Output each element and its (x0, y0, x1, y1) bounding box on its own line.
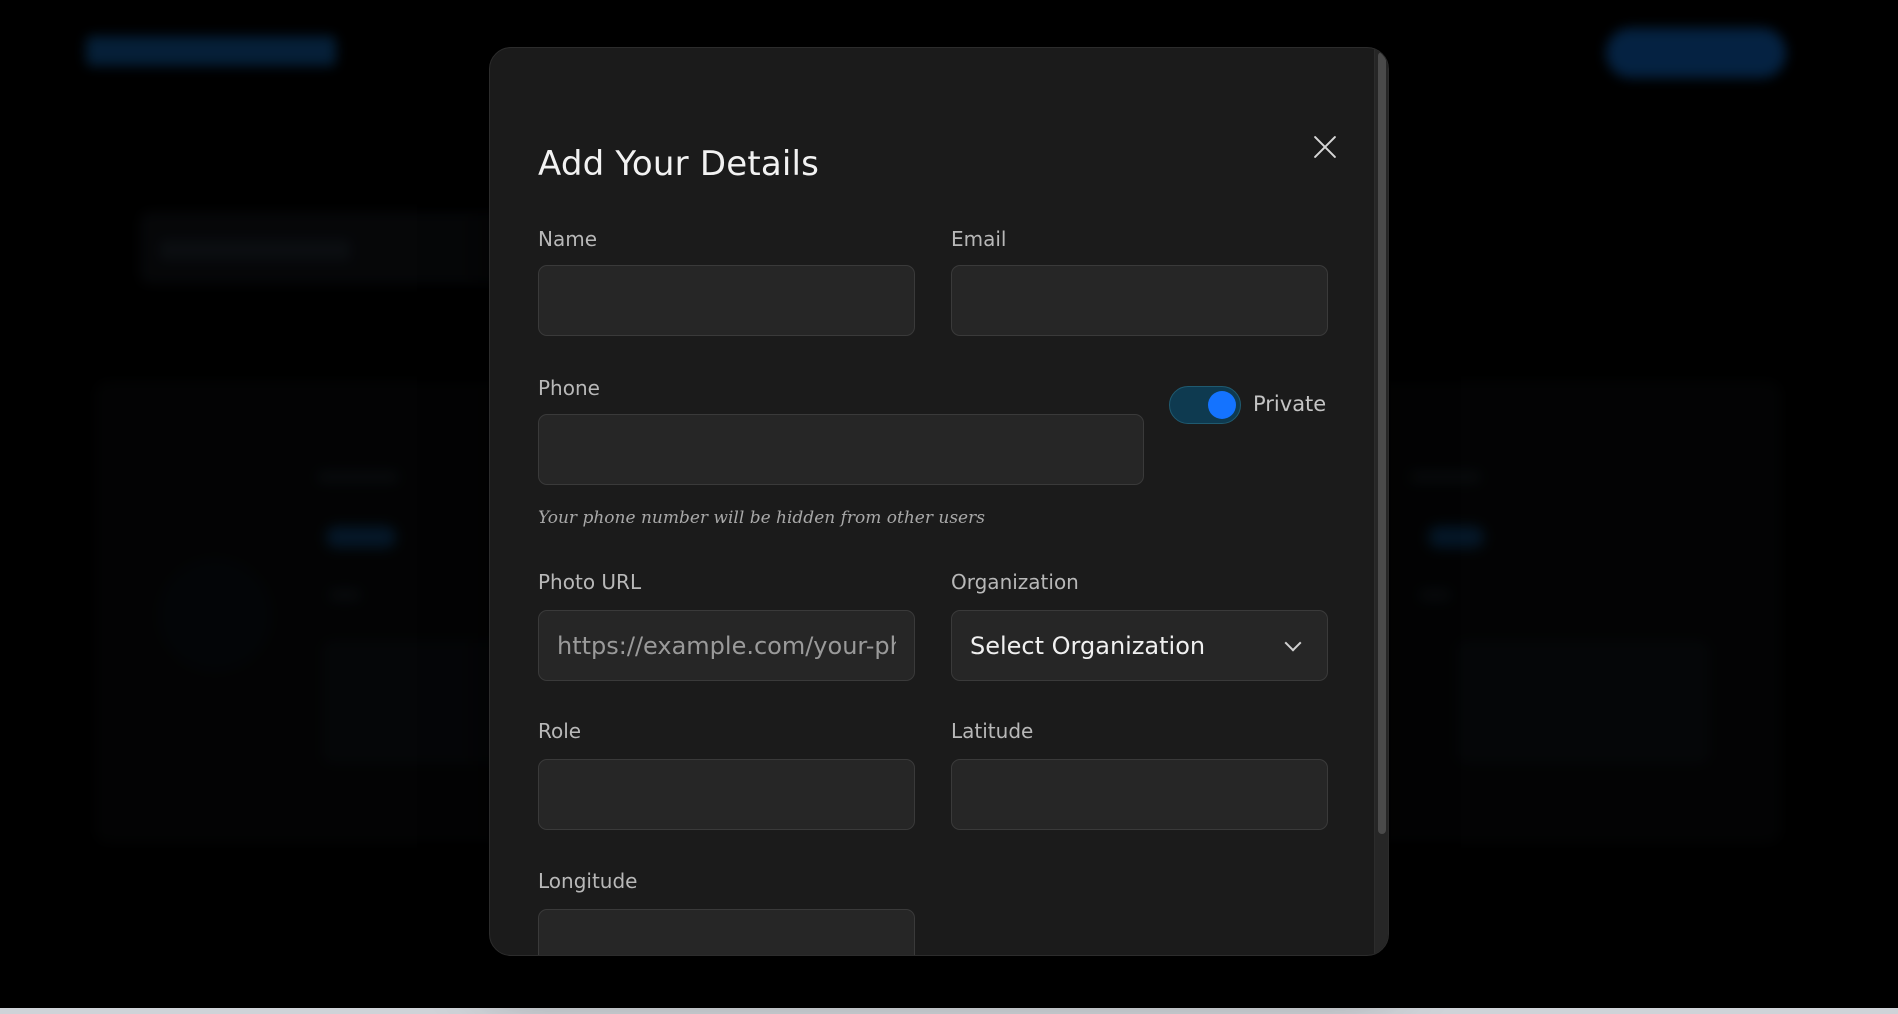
background-line (1420, 590, 1450, 600)
page: Add Your Details Name Email Phone Privat… (0, 0, 1898, 1014)
email-input[interactable] (951, 265, 1328, 336)
chevron-down-icon (1284, 634, 1302, 651)
role-input[interactable] (538, 759, 915, 830)
background-card (1458, 642, 1708, 762)
organization-select[interactable]: Select Organization (951, 610, 1328, 681)
background-line (1410, 472, 1480, 482)
photo-url-input[interactable] (538, 610, 915, 681)
modal-scrollbar[interactable] (1374, 48, 1388, 955)
scrollbar-thumb[interactable] (1378, 52, 1386, 834)
longitude-input[interactable] (538, 909, 915, 955)
window-bottom-border (0, 1008, 1898, 1014)
background-pill (326, 526, 396, 548)
latitude-label: Latitude (951, 719, 1034, 743)
toggle-knob (1208, 391, 1236, 419)
phone-input[interactable] (538, 414, 1144, 485)
organization-label: Organization (951, 570, 1079, 594)
background-pill (1428, 526, 1484, 548)
name-input[interactable] (538, 265, 915, 336)
background-cta-button (1606, 28, 1786, 78)
add-details-modal: Add Your Details Name Email Phone Privat… (489, 47, 1389, 956)
private-toggle-label: Private (1253, 392, 1327, 416)
name-label: Name (538, 227, 598, 251)
background-card (324, 642, 504, 762)
phone-label: Phone (538, 376, 600, 400)
email-label: Email (951, 227, 1007, 251)
phone-helper-text: Your phone number will be hidden from ot… (538, 508, 985, 528)
background-logo (86, 36, 336, 66)
background-line (318, 472, 398, 482)
modal-title: Add Your Details (538, 144, 820, 184)
background-avatar (160, 560, 270, 670)
organization-selected-value: Select Organization (970, 631, 1206, 660)
private-toggle[interactable] (1169, 386, 1241, 424)
photo-url-label: Photo URL (538, 570, 642, 594)
latitude-input[interactable] (951, 759, 1328, 830)
longitude-label: Longitude (538, 869, 638, 893)
background-search-text (160, 240, 350, 260)
close-icon[interactable] (1308, 130, 1342, 164)
role-label: Role (538, 719, 582, 743)
background-line (330, 590, 360, 600)
